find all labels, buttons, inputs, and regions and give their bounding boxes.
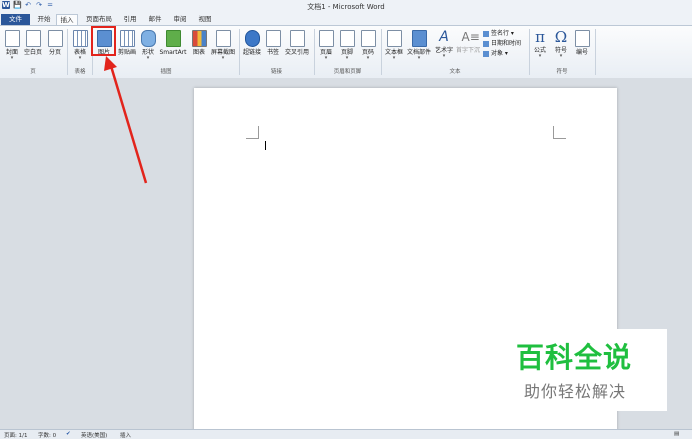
watermark-subtitle: 助你轻松解决 [524,382,627,401]
view-layout-icon[interactable]: ▤ [674,431,679,437]
proofing-icon[interactable]: ✔ [66,431,71,437]
watermark-title: 百科全说 [516,341,633,374]
watermark-logo: 百科全说 助你轻松解决 [497,329,667,411]
